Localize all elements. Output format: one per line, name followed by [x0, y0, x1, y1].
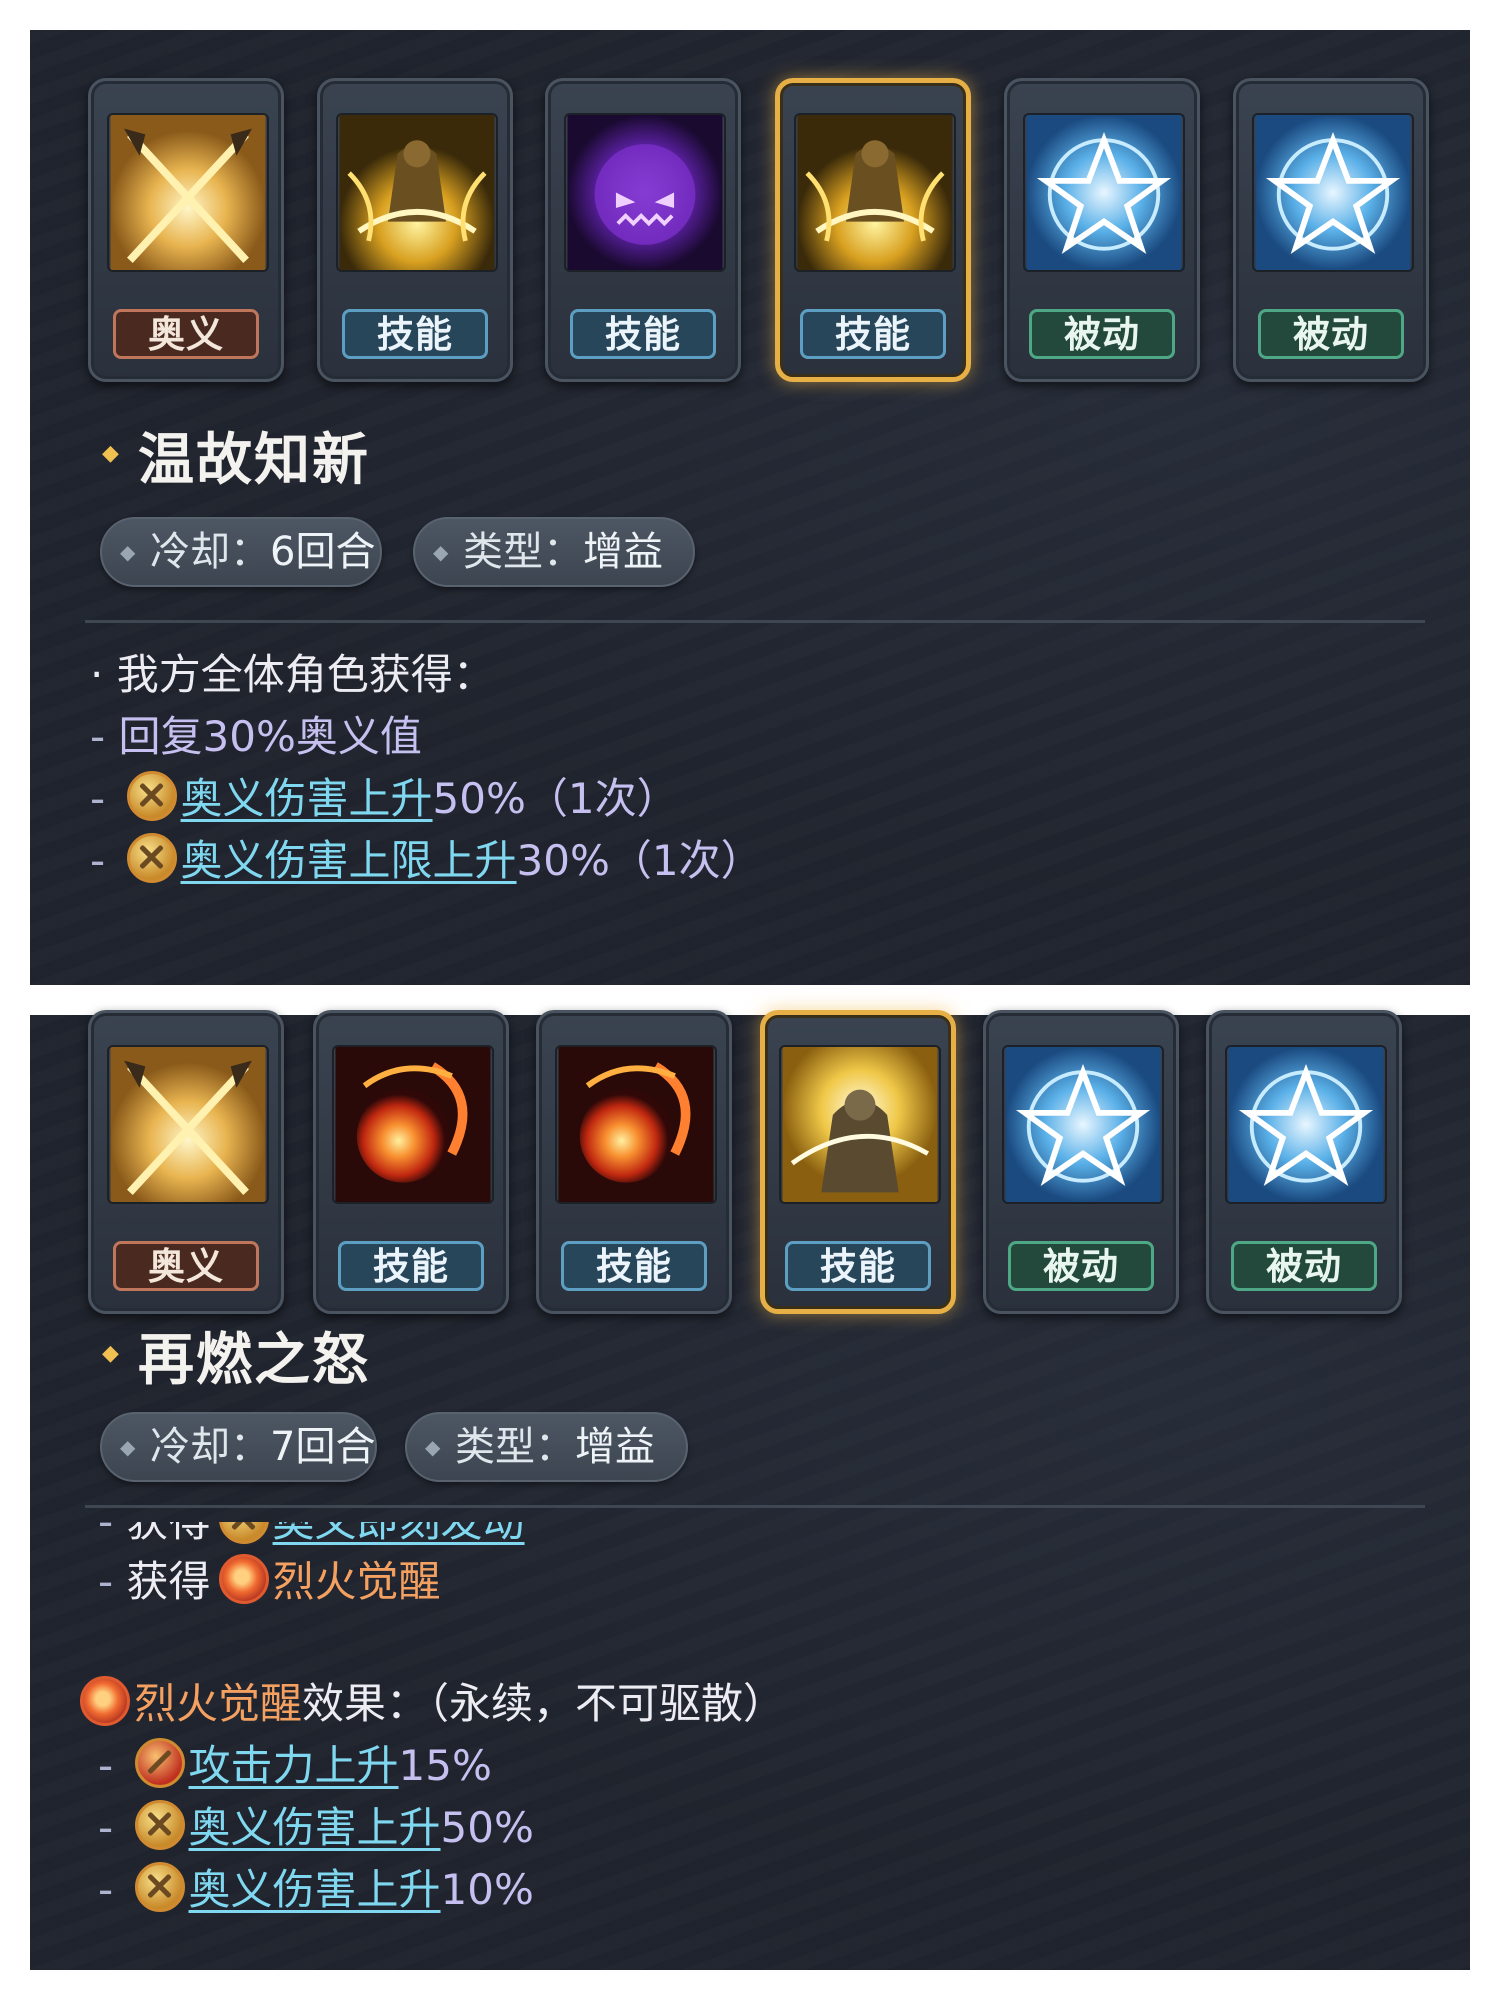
desc-line: - 奥义伤害上升50% [98, 1798, 534, 1858]
skill-row: 奥义 技能 技能 技能 被动 被动 [30, 78, 1470, 388]
skill-type-label: 技能 [570, 309, 716, 359]
crossed-swords-icon [107, 113, 269, 272]
cooldown-label: 冷却： [150, 1424, 270, 1470]
skill-card-ougi[interactable]: 奥义 [88, 78, 284, 382]
fireball-icon [555, 1045, 717, 1204]
skill-type-label: 被动 [1258, 309, 1404, 359]
fireball-icon [332, 1045, 494, 1204]
desc-text: 回复30%奥义值 [118, 712, 422, 761]
ougi-buff-icon [134, 1862, 185, 1912]
skill-row: 奥义 技能 技能 技能 被动 被动 [30, 1010, 1470, 1320]
desc-line: - 奥义伤害上限上升30%（1次） [90, 831, 763, 891]
desc-line: - 奥义伤害上升50%（1次） [90, 769, 679, 829]
skill-type-label: 技能 [561, 1241, 707, 1291]
diamond-icon: ◆ [102, 441, 119, 466]
skill-type-label: 奥义 [113, 1241, 259, 1291]
desc-text: 获得 [127, 1522, 211, 1546]
desc-text: 我方全体角色获得： [116, 650, 495, 699]
skill-card-1[interactable]: 技能 [317, 78, 513, 382]
skill-card-3-selected[interactable]: 技能 [775, 78, 971, 382]
skill-card-passive-1[interactable]: 被动 [983, 1010, 1179, 1314]
type-label: 类型： [463, 529, 583, 575]
desc-line-cut: - 获得奥义即刻发动 [98, 1522, 698, 1548]
skill-type-label: 被动 [1029, 309, 1175, 359]
skill-card-passive-2[interactable]: 被动 [1233, 78, 1429, 382]
purple-demon-icon [564, 113, 726, 272]
desc-line: 烈火觉醒效果：（永续，不可驱散） [72, 1674, 785, 1734]
blue-star-icon [1252, 113, 1414, 272]
type-label: 类型： [455, 1424, 575, 1470]
skill-name: 再燃之怒 [138, 1328, 370, 1393]
buff-link[interactable]: 奥义伤害上限上升 [181, 836, 517, 885]
desc-text: 50% [440, 1803, 534, 1852]
skill-type-label: 被动 [1008, 1241, 1154, 1291]
buff-link[interactable]: 奥义即刻发动 [273, 1522, 525, 1546]
flame-awaken-icon [218, 1554, 269, 1604]
diamond-icon: ◆ [120, 1435, 136, 1459]
desc-line: - 攻击力上升15% [98, 1736, 492, 1796]
desc-text: 10% [440, 1865, 534, 1914]
ougi-buff-icon [134, 1800, 185, 1850]
skill-card-passive-1[interactable]: 被动 [1004, 78, 1200, 382]
desc-text: 30%（1次） [516, 836, 763, 885]
divider [85, 1505, 1425, 1508]
desc-text: 50%（1次） [432, 774, 679, 823]
diamond-icon: ◆ [102, 1341, 119, 1366]
diamond-icon: ◆ [120, 540, 136, 564]
desc-line: - 获得 烈火觉醒 [98, 1552, 441, 1612]
type-pill: ◆ 类型：增益 [405, 1412, 688, 1482]
cooldown-pill: ◆ 冷却：7回合 [100, 1412, 377, 1482]
cooldown-label: 冷却： [150, 529, 270, 575]
buff-link[interactable]: 奥义伤害上升 [189, 1803, 441, 1852]
cooldown-value: 7回合 [270, 1424, 376, 1470]
buff-link[interactable]: 奥义伤害上升 [189, 1865, 441, 1914]
golden-warrior-icon [794, 113, 956, 272]
ougi-buff-icon [126, 833, 177, 883]
desc-text: 效果：（永续，不可驱散） [302, 1679, 786, 1728]
desc-line: - 奥义伤害上升10% [98, 1860, 534, 1920]
skill-card-passive-2[interactable]: 被动 [1206, 1010, 1402, 1314]
skill-type-label: 技能 [785, 1241, 931, 1291]
buff-link[interactable]: 奥义伤害上升 [181, 774, 433, 823]
skill-type-label: 技能 [800, 309, 946, 359]
skill-type-label: 技能 [342, 309, 488, 359]
skill-card-2[interactable]: 技能 [536, 1010, 732, 1314]
skill-name: 温故知新 [138, 428, 370, 493]
blue-star-icon [1023, 113, 1185, 272]
golden-warrior-icon [336, 113, 498, 272]
type-value: 增益 [575, 1424, 655, 1470]
divider [85, 620, 1425, 623]
cooldown-pill: ◆ 冷却：6回合 [100, 517, 382, 587]
flame-awaken-icon [80, 1676, 130, 1726]
diamond-icon: ◆ [425, 1435, 441, 1459]
buff-name[interactable]: 烈火觉醒 [134, 1679, 302, 1728]
attack-buff-icon [134, 1738, 185, 1788]
buff-name[interactable]: 烈火觉醒 [273, 1557, 441, 1606]
diamond-icon: ◆ [433, 540, 449, 564]
skill-panel-1: 奥义 技能 技能 技能 被动 被动 ◆ 温故知新 ◆ 冷却：6回合 ◆ 类型：增… [30, 30, 1470, 985]
skill-type-label: 奥义 [113, 309, 259, 359]
skill-card-2[interactable]: 技能 [545, 78, 741, 382]
ougi-buff-icon [126, 771, 177, 821]
golden-knight-icon [779, 1045, 941, 1204]
skill-card-3-selected[interactable]: 技能 [760, 1010, 956, 1314]
skill-card-1[interactable]: 技能 [313, 1010, 509, 1314]
desc-text: 获得 [126, 1557, 211, 1606]
crossed-swords-icon [107, 1045, 269, 1204]
type-value: 增益 [583, 529, 663, 575]
type-pill: ◆ 类型：增益 [413, 517, 695, 587]
skill-type-label: 被动 [1231, 1241, 1377, 1291]
buff-link[interactable]: 攻击力上升 [189, 1741, 399, 1790]
skill-card-ougi[interactable]: 奥义 [88, 1010, 284, 1314]
desc-text: 15% [398, 1741, 492, 1790]
desc-line: · 我方全体角色获得： [90, 650, 495, 699]
ougi-buff-icon [218, 1522, 269, 1544]
skill-panel-2: 奥义 技能 技能 技能 被动 被动 ◆ 再燃之怒 ◆ 冷却：7回合 ◆ 类型：增… [30, 1010, 1470, 1970]
cooldown-value: 6回合 [270, 529, 376, 575]
desc-line: - 回复30%奥义值 [90, 712, 422, 761]
blue-star-icon [1225, 1045, 1387, 1204]
blue-star-icon [1002, 1045, 1164, 1204]
skill-type-label: 技能 [338, 1241, 484, 1291]
